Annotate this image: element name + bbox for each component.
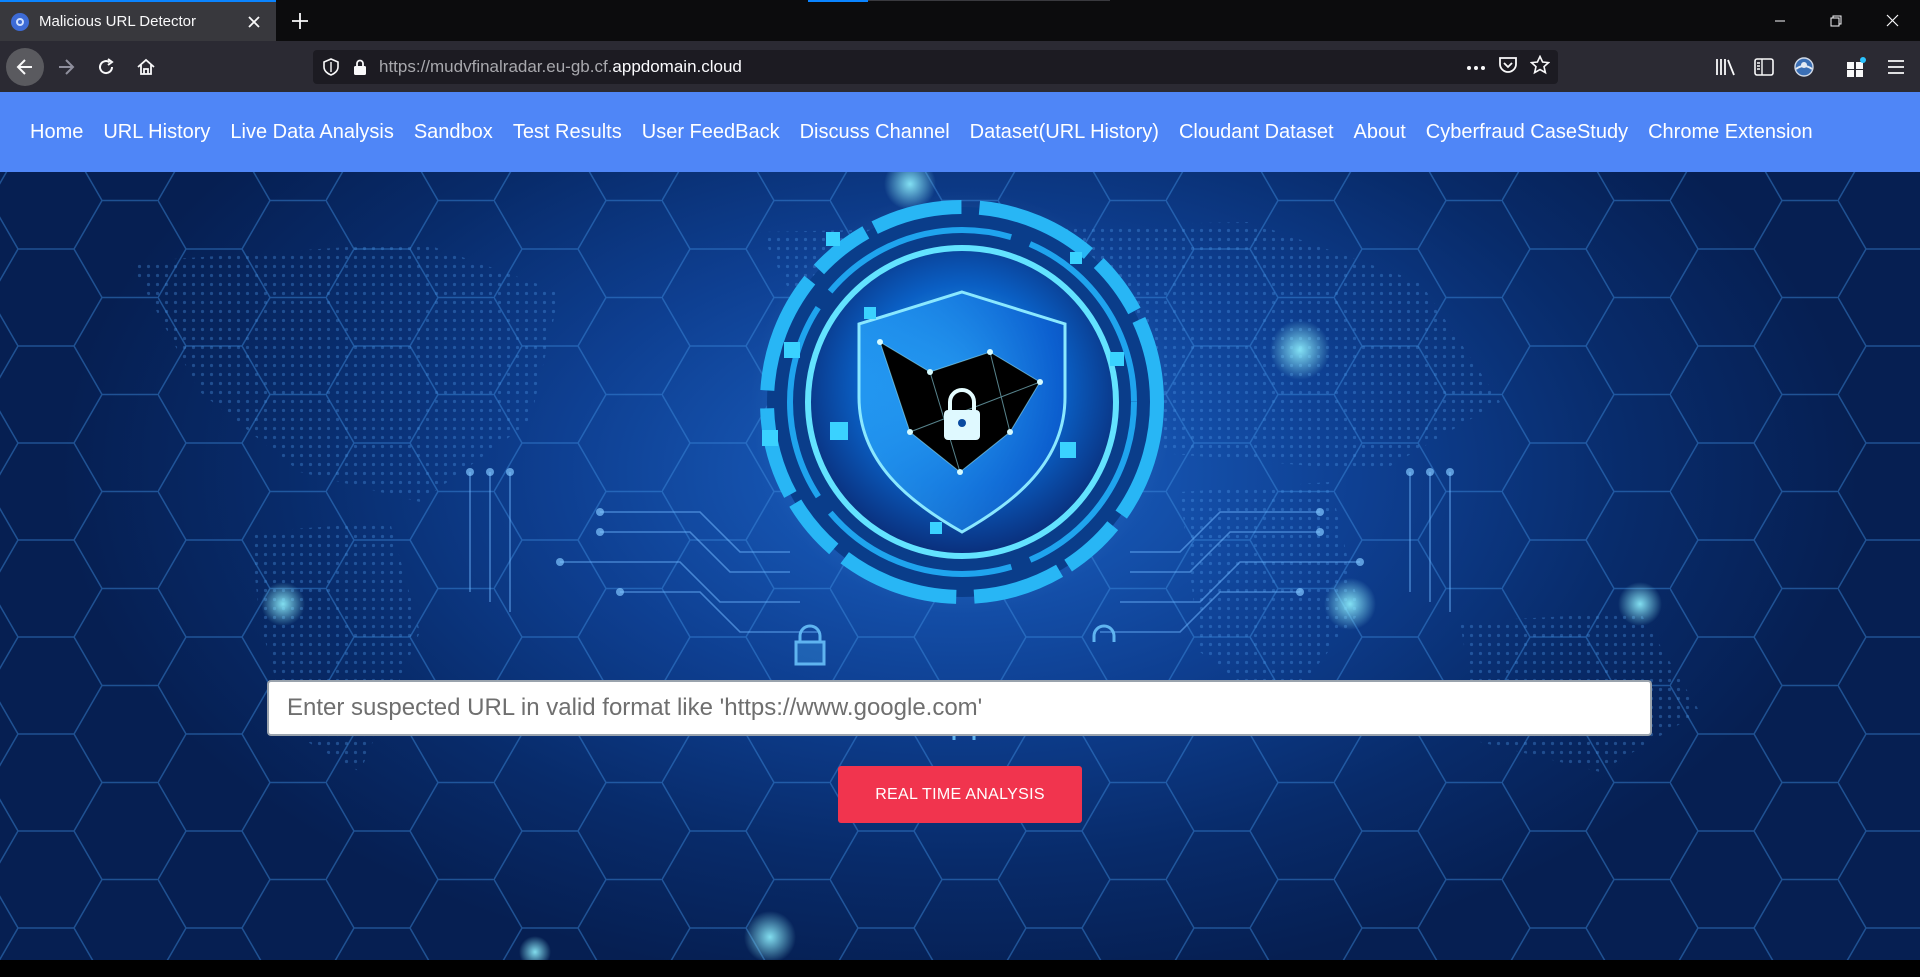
close-icon[interactable] <box>1864 0 1920 41</box>
nav-link-cyberfraud-casestudy[interactable]: Cyberfraud CaseStudy <box>1426 121 1628 144</box>
browser-tab-strip: Malicious URL Detector <box>0 0 1920 41</box>
tab-title: Malicious URL Detector <box>39 13 196 30</box>
url-text[interactable]: https://mudvfinalradar.eu-gb.cf.appdomai… <box>379 57 742 77</box>
pocket-icon[interactable] <box>1498 56 1518 79</box>
new-tab-button[interactable] <box>285 6 315 36</box>
minimize-icon[interactable] <box>1752 0 1808 41</box>
home-button[interactable] <box>130 51 162 83</box>
tracking-shield-icon[interactable] <box>323 58 339 76</box>
nav-link-dataset-url-history[interactable]: Dataset(URL History) <box>970 121 1159 144</box>
browser-tab[interactable]: Malicious URL Detector <box>0 0 276 41</box>
reload-button[interactable] <box>90 51 122 83</box>
window-controls <box>1752 0 1920 41</box>
nav-link-live-data-analysis[interactable]: Live Data Analysis <box>230 121 393 144</box>
menu-icon[interactable] <box>1880 51 1912 83</box>
extensions-icon[interactable] <box>1840 51 1872 83</box>
nav-link-url-history[interactable]: URL History <box>103 121 210 144</box>
account-icon[interactable] <box>1788 51 1820 83</box>
nav-link-test-results[interactable]: Test Results <box>513 121 622 144</box>
tab-close-icon[interactable] <box>240 8 268 36</box>
tab-indicator <box>808 0 868 2</box>
reload-icon <box>99 58 114 75</box>
url-host: appdomain.cloud <box>612 57 742 76</box>
forward-icon <box>59 59 75 75</box>
sidebar-icon[interactable] <box>1748 51 1780 83</box>
library-icon[interactable] <box>1710 51 1742 83</box>
home-icon <box>137 58 155 75</box>
real-time-analysis-button[interactable]: REAL TIME ANALYSIS <box>838 766 1082 823</box>
nav-link-chrome-extension[interactable]: Chrome Extension <box>1648 121 1813 144</box>
hero-section: REAL TIME ANALYSIS <box>0 172 1920 960</box>
nav-link-sandbox[interactable]: Sandbox <box>414 121 493 144</box>
nav-link-home[interactable]: Home <box>30 121 83 144</box>
back-button[interactable] <box>6 48 44 86</box>
forward-button[interactable] <box>50 51 82 83</box>
address-bar[interactable]: https://mudvfinalradar.eu-gb.cf.appdomai… <box>313 50 1558 84</box>
nav-link-discuss-channel[interactable]: Discuss Channel <box>800 121 950 144</box>
url-prefix: https://mudvfinalradar.eu-gb.cf. <box>379 57 613 76</box>
shield-favicon-icon <box>11 12 29 31</box>
nav-link-user-feedback[interactable]: User FeedBack <box>642 121 780 144</box>
back-icon <box>16 59 32 75</box>
nav-link-about[interactable]: About <box>1354 121 1406 144</box>
suspected-url-input[interactable] <box>267 680 1652 736</box>
tab-strip-divider <box>868 0 1110 1</box>
security-shield-emblem <box>750 190 1174 614</box>
nav-link-cloudant-dataset[interactable]: Cloudant Dataset <box>1179 121 1334 144</box>
page-actions-icon[interactable] <box>1466 58 1486 76</box>
cyber-security-background <box>0 172 1920 960</box>
browser-toolbar: https://mudvfinalradar.eu-gb.cf.appdomai… <box>0 41 1920 92</box>
bottom-edge <box>0 960 1920 977</box>
lock-icon[interactable] <box>353 59 367 76</box>
bookmark-star-icon[interactable] <box>1529 54 1551 80</box>
restore-icon[interactable] <box>1808 0 1864 41</box>
site-navigation: Home URL History Live Data Analysis Sand… <box>0 92 1920 172</box>
